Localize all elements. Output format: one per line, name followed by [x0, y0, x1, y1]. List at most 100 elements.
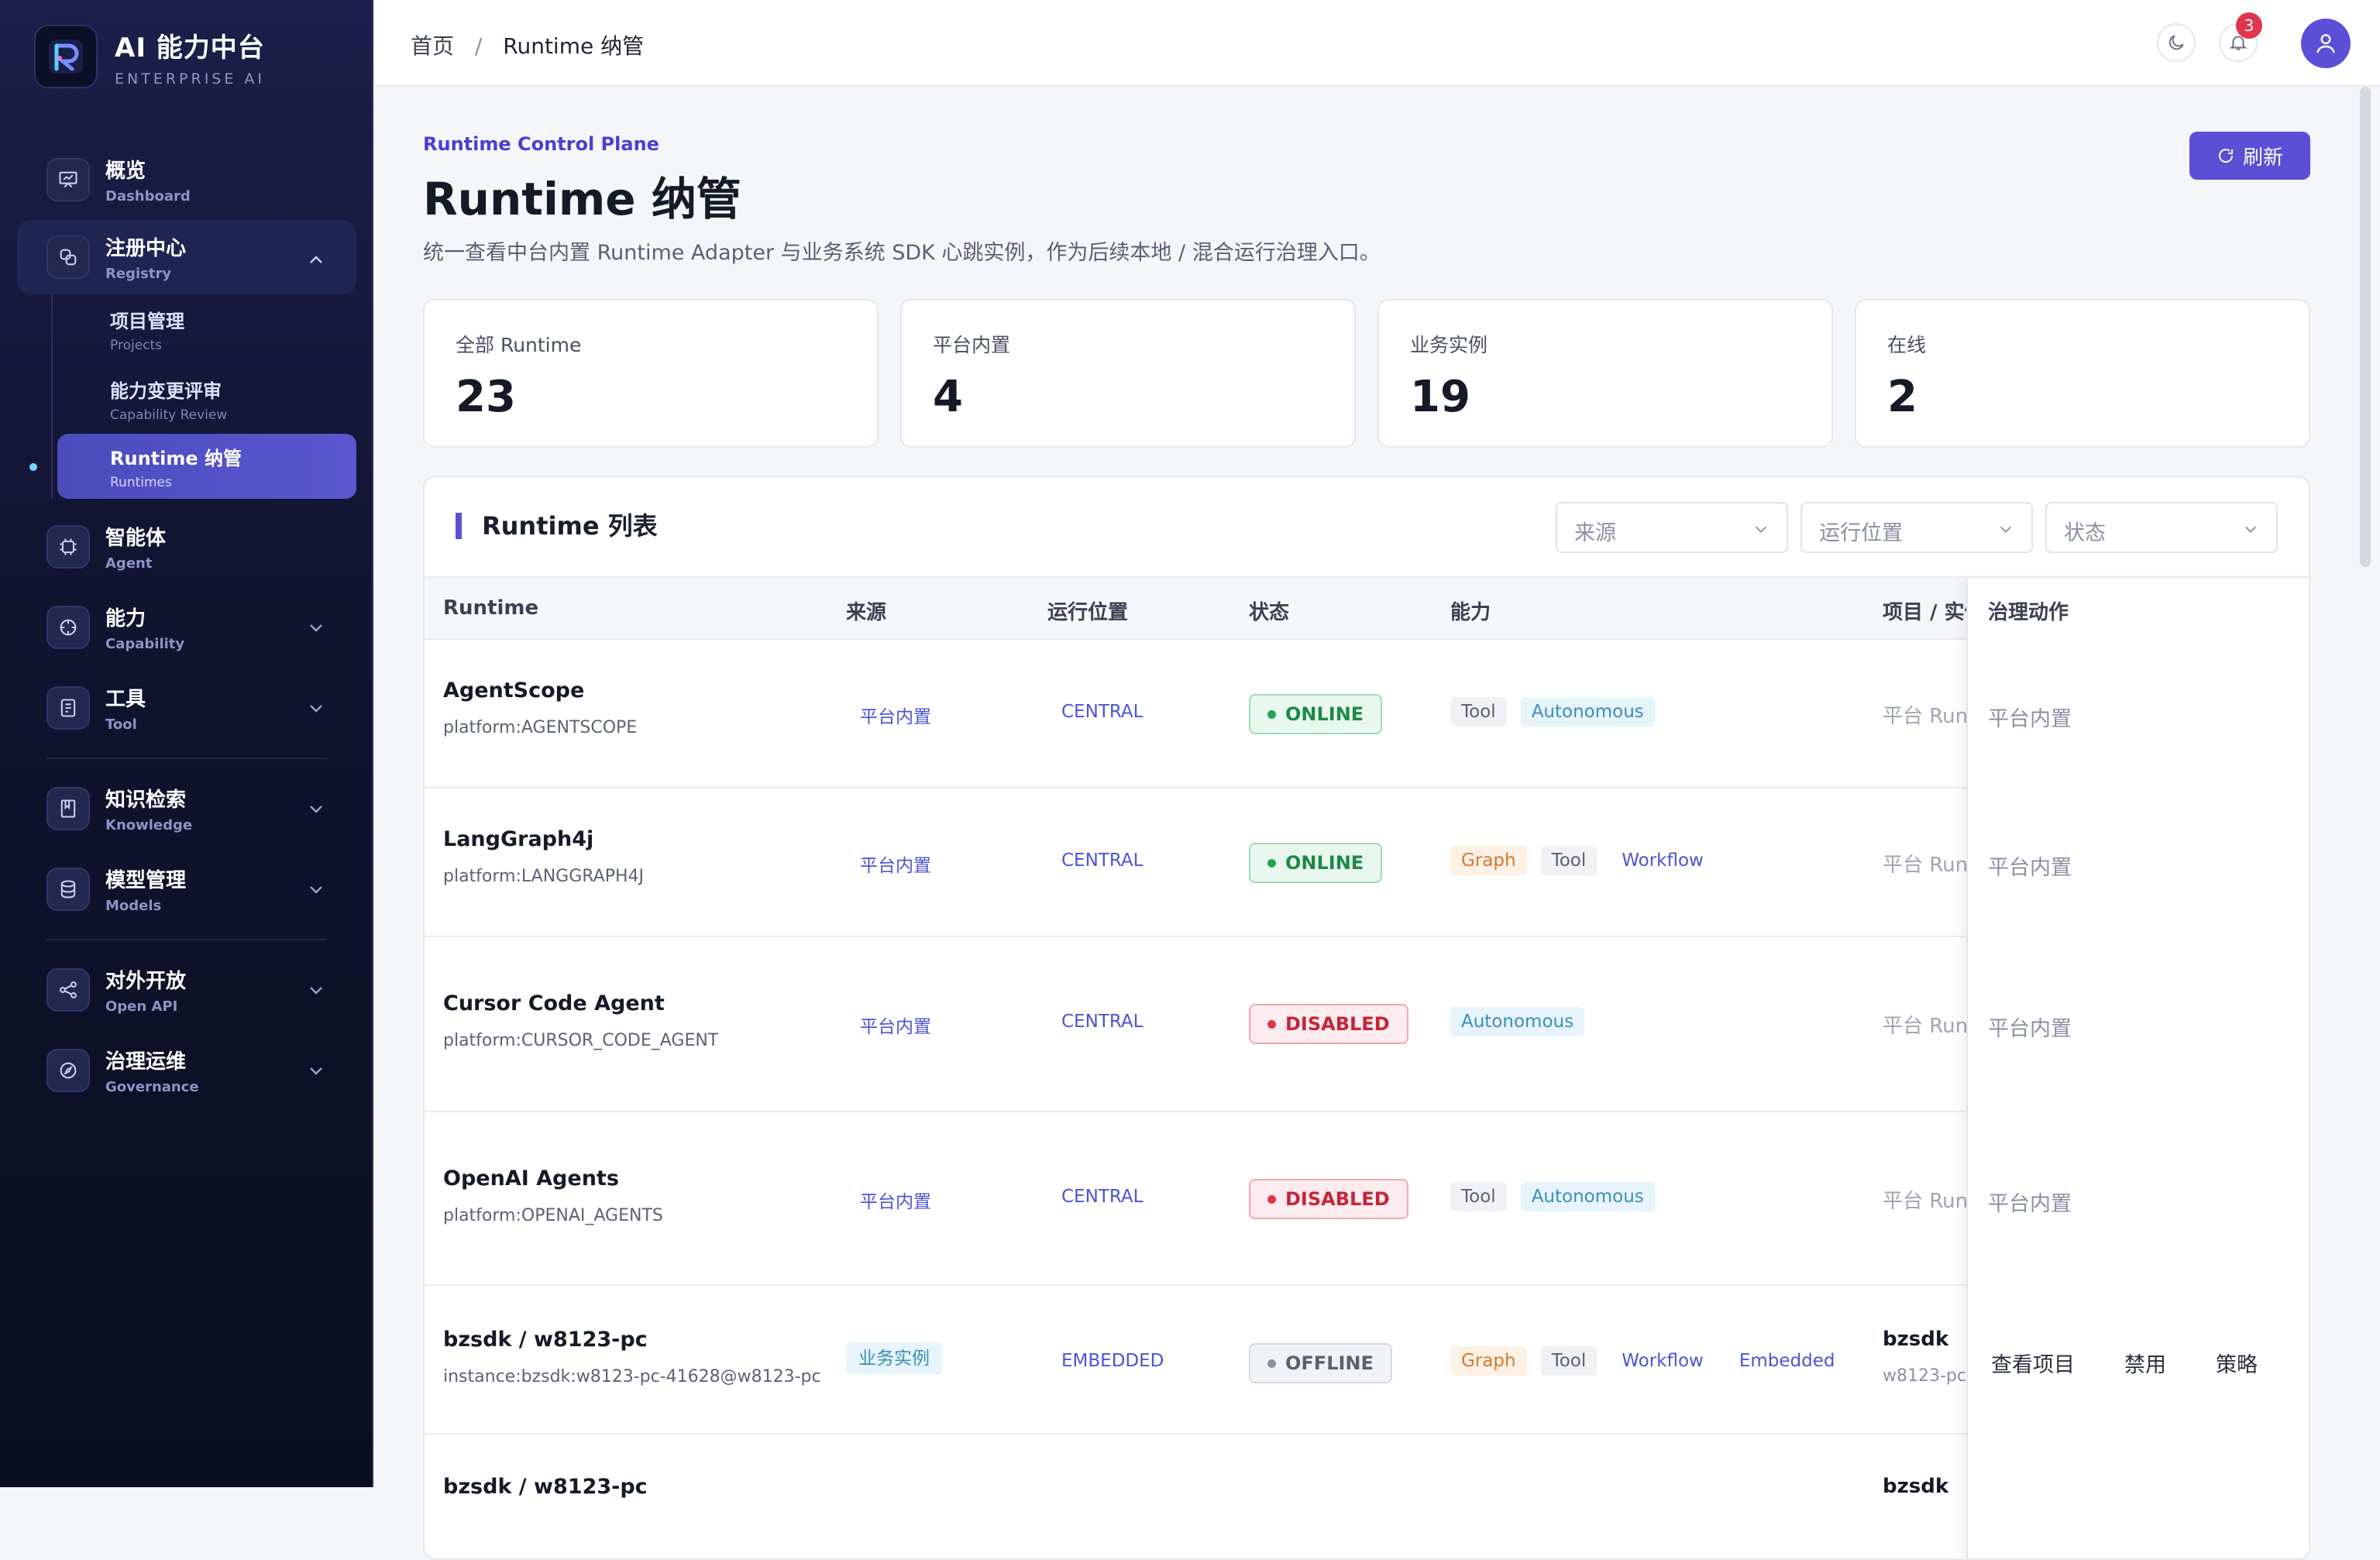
nav-sublabel: Registry: [105, 266, 172, 282]
nav-label: 注册中心: [105, 237, 187, 260]
col-header-project[interactable]: 项目 / 实例: [1883, 596, 1966, 625]
breadcrumb: 首页 / Runtime 纳管: [411, 29, 644, 60]
row-actions: 查看项目 禁用 策略: [1991, 1348, 2307, 1378]
capability-tag: Autonomous: [1520, 697, 1655, 727]
stat-label: 全部 Runtime: [456, 334, 582, 356]
registry-icon: [46, 235, 90, 279]
chevron-down-icon: [2000, 526, 2012, 533]
nav-label: 治理运维: [105, 1050, 187, 1074]
chevron-down-icon[interactable]: [307, 1061, 325, 1080]
sidebar-item-agent[interactable]: 智能体 Agent: [0, 507, 373, 587]
nav-label: 模型管理: [105, 869, 187, 892]
source-tag: 平台内置: [860, 1017, 931, 1037]
capability-tag: Graph: [1450, 1346, 1527, 1376]
brand-logo-icon: [34, 25, 98, 88]
sidebar-item-knowledge[interactable]: 知识检索 Knowledge: [0, 768, 373, 849]
capability-tag: Autonomous: [1520, 1182, 1655, 1211]
policy-button[interactable]: 策略: [2216, 1348, 2258, 1378]
subitem-sublabel: Projects: [110, 337, 163, 353]
nav-sublabel: Governance: [105, 1079, 199, 1095]
status-dot: [1267, 1019, 1276, 1029]
chevron-up-icon[interactable]: [307, 251, 325, 270]
disable-button[interactable]: 禁用: [2124, 1348, 2166, 1378]
chevron-down-icon: [1755, 526, 1767, 533]
action-text: 平台内置: [1988, 856, 2072, 880]
chevron-down-icon[interactable]: [307, 981, 325, 999]
nav-label: 智能体: [105, 527, 167, 550]
stat-label: 平台内置: [933, 334, 1011, 356]
status-dot: [1267, 710, 1276, 719]
runtime-name[interactable]: AgentScope: [443, 679, 637, 703]
col-header-capability[interactable]: 能力: [1450, 596, 1491, 625]
chevron-down-icon[interactable]: [307, 799, 325, 818]
sidebar-subitem-runtimes[interactable]: Runtime 纳管 Runtimes: [57, 434, 356, 499]
breadcrumb-separator: /: [474, 33, 483, 59]
stat-card-business: 业务实例 19: [1377, 299, 1833, 448]
chevron-down-icon[interactable]: [307, 699, 325, 717]
status-filter-select[interactable]: 状态: [2045, 502, 2278, 553]
view-project-button[interactable]: 查看项目: [1991, 1348, 2075, 1378]
actions-column: 治理动作 平台内置 平台内置 平台内置 平台内置 查看项目 禁用 策略: [1966, 578, 2309, 1558]
col-header-actions: 治理动作: [1988, 601, 2069, 624]
col-header-status[interactable]: 状态: [1249, 596, 1289, 625]
sidebar-item-tool[interactable]: 工具 Tool: [0, 668, 373, 748]
runtime-name[interactable]: Cursor Code Agent: [443, 991, 718, 1015]
status-badge: OFFLINE: [1249, 1343, 1392, 1383]
capability-tag: Graph: [1450, 846, 1527, 875]
location-filter-select[interactable]: 运行位置: [1800, 502, 2033, 553]
col-header-runtime[interactable]: Runtime: [443, 596, 538, 620]
sidebar-subitem-projects[interactable]: 项目管理 Projects: [56, 294, 373, 364]
avatar[interactable]: [2301, 19, 2351, 68]
stat-value: 19: [1410, 372, 1470, 422]
sidebar-item-governance[interactable]: 治理运维 Governance: [0, 1030, 373, 1111]
chevron-down-icon[interactable]: [307, 618, 325, 637]
refresh-button[interactable]: 刷新: [2189, 132, 2310, 180]
sidebar-item-capability[interactable]: 能力 Capability: [0, 587, 373, 668]
source-tag: 业务实例: [846, 1342, 942, 1375]
brand[interactable]: AI 能力中台 ENTERPRISE AI: [34, 25, 265, 88]
location-text: EMBEDDED: [1061, 1351, 1164, 1371]
capability-tag: Workflow: [1622, 850, 1704, 871]
stats-row: 全部 Runtime 23 平台内置 4 业务实例 19 在线 2: [423, 299, 2310, 448]
status-dot: [1267, 1359, 1276, 1368]
sidebar-item-registry[interactable]: 注册中心 Registry: [17, 220, 356, 294]
col-header-source[interactable]: 来源: [846, 596, 886, 625]
notifications-button[interactable]: 3: [2219, 12, 2262, 62]
nav-label: 对外开放: [105, 970, 187, 993]
project-text: 平台 Runtime: [1883, 854, 1966, 877]
capability-tag: Tool: [1540, 1346, 1598, 1376]
runtime-name[interactable]: OpenAI Agents: [443, 1167, 663, 1191]
status-badge: ONLINE: [1249, 694, 1383, 734]
sidebar-subitem-capability-review[interactable]: 能力变更评审 Capability Review: [56, 364, 373, 434]
col-header-location[interactable]: 运行位置: [1047, 596, 1128, 625]
tool-icon: [46, 686, 90, 730]
runtime-name[interactable]: LangGraph4j: [443, 827, 644, 851]
instance-text: w8123-pc-41628: [1883, 1366, 1966, 1386]
sidebar-item-dashboard[interactable]: 概览 Dashboard: [0, 139, 373, 220]
target-icon: [46, 606, 90, 649]
capability-tag: Tool: [1450, 697, 1507, 727]
runtime-name[interactable]: bzsdk / w8123-pc: [443, 1328, 821, 1352]
nav-divider: [46, 939, 327, 940]
status-text: ONLINE: [1285, 852, 1364, 874]
location-text: CENTRAL: [1061, 850, 1144, 871]
source-filter-select[interactable]: 来源: [1556, 502, 1788, 553]
theme-toggle-button[interactable]: [2157, 23, 2196, 62]
page-scrollbar[interactable]: [2360, 87, 2371, 567]
location-text: CENTRAL: [1061, 1187, 1144, 1207]
runtime-id: instance:bzsdk:w8123-pc-41628@w8123-pc: [443, 1367, 821, 1386]
chevron-down-icon[interactable]: [307, 880, 325, 899]
sidebar: AI 能力中台 ENTERPRISE AI 概览 Dashboard 注册中心 Re…: [0, 0, 373, 1487]
project-text: 平台 Runtime: [1883, 705, 1966, 728]
panel-header: Runtime 列表 来源 运行位置 状态: [425, 477, 2309, 578]
sidebar-item-open-api[interactable]: 对外开放 Open API: [0, 950, 373, 1030]
main-content: Runtime Control Plane Runtime 纳管 统一查看中台内…: [373, 87, 2380, 1560]
dashboard-icon: [46, 158, 90, 201]
status-text: ONLINE: [1285, 703, 1364, 725]
page-description: 统一查看中台内置 Runtime Adapter 与业务系统 SDK 心跳实例，…: [423, 241, 1381, 265]
sidebar-item-models[interactable]: 模型管理 Models: [0, 849, 373, 929]
status-badge: ONLINE: [1249, 843, 1383, 883]
breadcrumb-home[interactable]: 首页: [411, 33, 454, 59]
stat-label: 在线: [1887, 334, 1927, 356]
capability-tag: Tool: [1540, 846, 1598, 875]
